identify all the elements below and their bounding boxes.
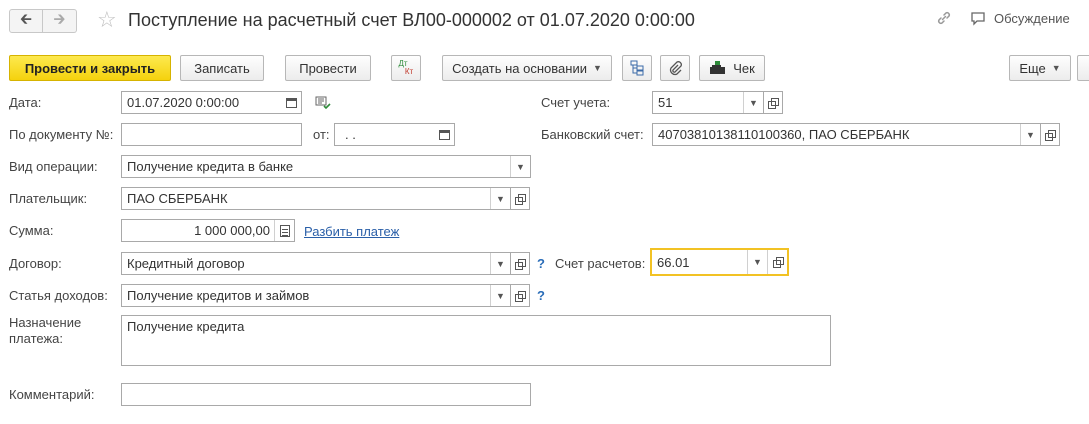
document-status-icon[interactable] [315, 96, 331, 113]
dropdown-arrow-icon[interactable]: ▼ [490, 253, 510, 274]
contract-help-icon[interactable]: ? [537, 256, 545, 271]
open-icon [768, 97, 779, 109]
arrow-right-icon: 🡲 [53, 10, 66, 28]
open-icon [515, 290, 526, 302]
discussion-icon [971, 12, 985, 26]
comment-label: Комментарий: [9, 387, 95, 402]
income-item-open-button[interactable] [511, 284, 530, 307]
bank-account-open-button[interactable] [1041, 123, 1060, 146]
cash-register-icon [710, 61, 726, 74]
income-item-label: Статья доходов: [9, 288, 108, 303]
kt-label: Кт [404, 67, 414, 76]
page-title: Поступление на расчетный счет ВЛ00-00000… [128, 10, 695, 30]
dropdown-arrow-icon[interactable]: ▼ [1020, 124, 1040, 145]
bank-account-label: Банковский счет: [541, 127, 644, 142]
post-button[interactable]: Провести [285, 55, 371, 81]
amount-input[interactable]: 1 000 000,00 [121, 219, 295, 242]
more-button[interactable]: Еще ▼ [1009, 55, 1071, 81]
hierarchy-icon [630, 60, 644, 76]
account-open-button[interactable] [764, 91, 783, 114]
operation-label: Вид операции: [9, 159, 98, 174]
caret-down-icon: ▼ [592, 63, 602, 73]
bank-account-select[interactable]: 40703810138110100360, ПАО СБЕРБАНК ▼ [652, 123, 1041, 146]
contract-open-button[interactable] [511, 252, 530, 275]
settlement-account-label: Счет расчетов: [555, 256, 646, 271]
amount-label: Сумма: [9, 223, 54, 238]
check-button[interactable]: Чек [699, 55, 765, 81]
dropdown-arrow-icon[interactable]: ▼ [490, 285, 510, 306]
payer-open-button[interactable] [511, 187, 530, 210]
contract-select[interactable]: Кредитный договор ▼ [121, 252, 511, 275]
split-payment-link[interactable]: Разбить платеж [304, 224, 399, 239]
contract-label: Договор: [9, 256, 62, 271]
dropdown-arrow-icon[interactable]: ▼ [510, 156, 530, 177]
purpose-label-line2: платежа: [9, 331, 63, 346]
purpose-label-line1: Назначение [9, 315, 82, 330]
caret-down-icon: ▼ [1051, 63, 1061, 73]
link-icon[interactable] [936, 10, 952, 31]
payment-purpose-textarea[interactable]: Получение кредита [121, 315, 831, 366]
save-button[interactable]: Записать [180, 55, 264, 81]
open-icon [772, 257, 784, 268]
calendar-icon[interactable] [282, 92, 301, 113]
doc-number-input[interactable] [121, 123, 302, 146]
post-and-close-button[interactable]: Провести и закрыть [9, 55, 171, 81]
open-icon [515, 258, 526, 270]
forward-button[interactable]: 🡲 [43, 9, 77, 33]
comment-input[interactable] [121, 383, 531, 406]
income-item-help-icon[interactable]: ? [537, 288, 545, 303]
dropdown-arrow-icon[interactable]: ▼ [747, 250, 767, 274]
from-label: от: [313, 127, 330, 142]
open-icon [1045, 129, 1056, 141]
dtkt-button[interactable]: Дт Кт [391, 55, 421, 81]
date-field[interactable]: 01.07.2020 0:00:00 [121, 91, 302, 114]
dropdown-arrow-icon[interactable]: ▼ [490, 188, 510, 209]
help-button[interactable] [1077, 55, 1089, 81]
from-date-field[interactable]: . . [334, 123, 455, 146]
calculator-icon[interactable] [274, 220, 294, 241]
income-item-select[interactable]: Получение кредитов и займов ▼ [121, 284, 511, 307]
create-based-on-button[interactable]: Создать на основании ▼ [442, 55, 612, 81]
back-button[interactable]: 🡰 [9, 9, 43, 33]
discussion-button[interactable]: Обсуждение [970, 11, 1070, 26]
payer-select[interactable]: ПАО СБЕРБАНК ▼ [121, 187, 511, 210]
doc-number-label: По документу №: [9, 127, 114, 142]
account-label: Счет учета: [541, 95, 611, 110]
favorite-star-icon[interactable]: ☆ [97, 9, 117, 31]
payer-label: Плательщик: [9, 191, 88, 206]
dropdown-arrow-icon[interactable]: ▼ [743, 92, 763, 113]
attach-button[interactable] [660, 55, 690, 81]
arrow-left-icon: 🡰 [19, 10, 33, 28]
calendar-icon[interactable] [435, 124, 454, 145]
date-label: Дата: [9, 95, 42, 110]
open-icon [515, 193, 526, 205]
account-select[interactable]: 51 ▼ [652, 91, 764, 114]
structure-button[interactable] [622, 55, 652, 81]
open-button[interactable] [767, 250, 787, 274]
paperclip-icon [669, 61, 682, 76]
settlement-account-select[interactable]: 66.01 ▼ [650, 248, 789, 276]
operation-select[interactable]: Получение кредита в банке ▼ [121, 155, 531, 178]
